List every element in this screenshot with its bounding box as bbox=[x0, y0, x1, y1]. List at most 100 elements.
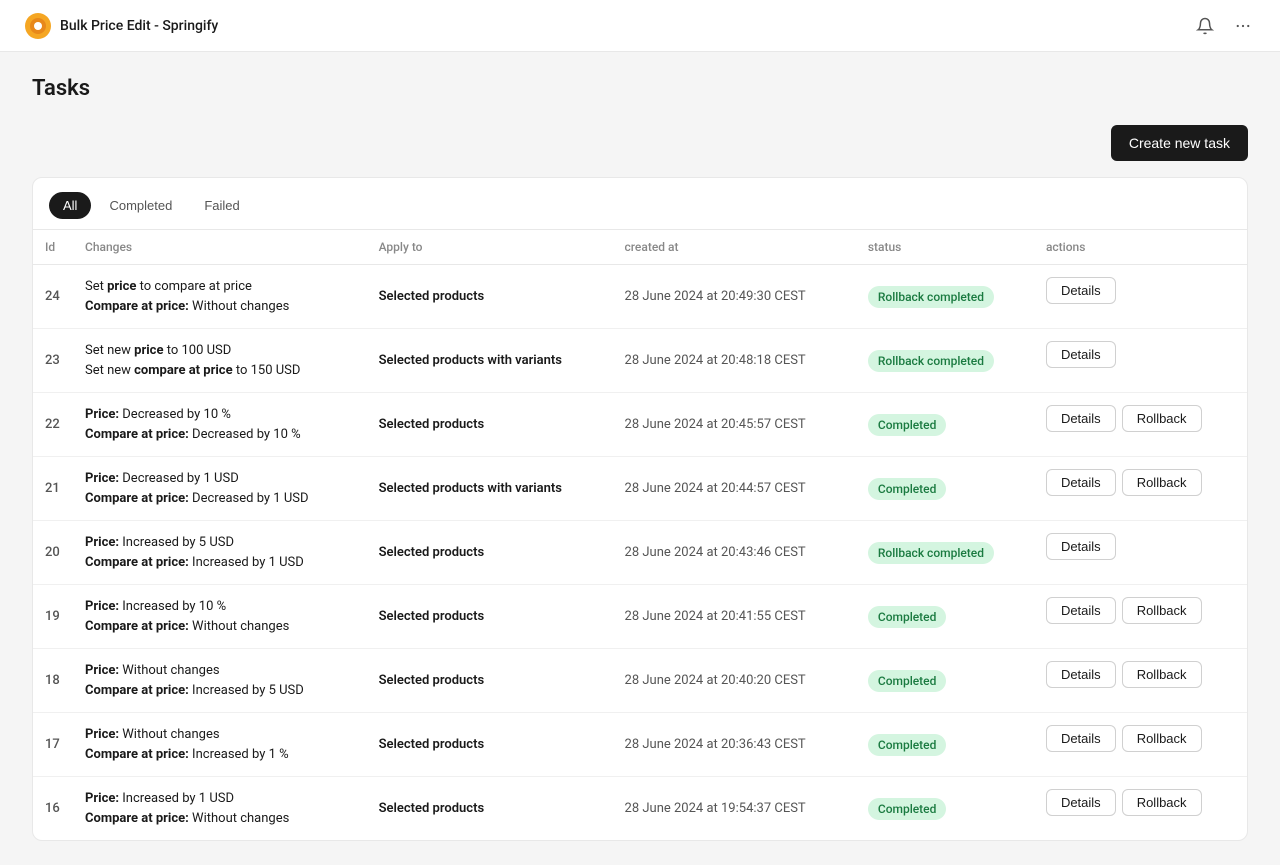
row-created-at: 28 June 2024 at 20:43:46 CEST bbox=[613, 521, 856, 585]
tab-failed[interactable]: Failed bbox=[190, 192, 253, 219]
row-actions: DetailsRollback bbox=[1034, 457, 1247, 508]
page-content: Tasks Create new task All Completed Fail… bbox=[0, 52, 1280, 865]
notification-button[interactable] bbox=[1192, 13, 1218, 39]
row-created-at: 28 June 2024 at 20:44:57 CEST bbox=[613, 457, 856, 521]
row-actions: DetailsRollback bbox=[1034, 649, 1247, 700]
app-title: Bulk Price Edit - Springify bbox=[60, 18, 218, 34]
status-badge: Completed bbox=[868, 734, 947, 756]
header-right bbox=[1192, 13, 1256, 39]
table-row: 23Set new price to 100 USDSet new compar… bbox=[33, 329, 1247, 393]
status-badge: Completed bbox=[868, 606, 947, 628]
status-badge: Completed bbox=[868, 414, 947, 436]
table-row: 16Price: Increased by 1 USDCompare at pr… bbox=[33, 777, 1247, 841]
table-row: 20Price: Increased by 5 USDCompare at pr… bbox=[33, 521, 1247, 585]
row-apply-to: Selected products bbox=[367, 393, 613, 457]
rollback-button[interactable]: Rollback bbox=[1122, 597, 1202, 624]
details-button[interactable]: Details bbox=[1046, 661, 1116, 688]
tab-completed[interactable]: Completed bbox=[95, 192, 186, 219]
rollback-button[interactable]: Rollback bbox=[1122, 789, 1202, 816]
row-changes: Price: Without changesCompare at price: … bbox=[73, 713, 367, 777]
table-row: 17Price: Without changesCompare at price… bbox=[33, 713, 1247, 777]
create-btn-row: Create new task bbox=[32, 125, 1248, 161]
details-button[interactable]: Details bbox=[1046, 277, 1116, 304]
header-left: Bulk Price Edit - Springify bbox=[24, 12, 218, 40]
row-actions: DetailsRollback bbox=[1034, 585, 1247, 636]
details-button[interactable]: Details bbox=[1046, 725, 1116, 752]
row-changes: Price: Decreased by 10 %Compare at price… bbox=[73, 393, 367, 457]
details-button[interactable]: Details bbox=[1046, 597, 1116, 624]
row-status: Completed bbox=[856, 457, 1034, 521]
table-header: Id Changes Apply to created at status ac… bbox=[33, 230, 1247, 265]
ellipsis-icon bbox=[1234, 17, 1252, 35]
row-id: 17 bbox=[33, 713, 73, 777]
tasks-table: Id Changes Apply to created at status ac… bbox=[33, 230, 1247, 840]
create-new-task-button[interactable]: Create new task bbox=[1111, 125, 1248, 161]
row-changes: Price: Increased by 10 %Compare at price… bbox=[73, 585, 367, 649]
row-status: Rollback completed bbox=[856, 329, 1034, 393]
row-apply-to: Selected products with variants bbox=[367, 457, 613, 521]
details-button[interactable]: Details bbox=[1046, 469, 1116, 496]
row-apply-to: Selected products bbox=[367, 521, 613, 585]
row-id: 22 bbox=[33, 393, 73, 457]
filter-tabs: All Completed Failed bbox=[33, 178, 1247, 230]
row-status: Rollback completed bbox=[856, 521, 1034, 585]
row-changes: Set new price to 100 USDSet new compare … bbox=[73, 329, 367, 393]
app-header: Bulk Price Edit - Springify bbox=[0, 0, 1280, 52]
rollback-button[interactable]: Rollback bbox=[1122, 405, 1202, 432]
row-created-at: 28 June 2024 at 20:45:57 CEST bbox=[613, 393, 856, 457]
row-changes: Price: Without changesCompare at price: … bbox=[73, 649, 367, 713]
row-actions: DetailsRollback bbox=[1034, 393, 1247, 444]
row-actions: Details bbox=[1034, 521, 1247, 572]
bell-icon bbox=[1196, 17, 1214, 35]
table-body: 24Set price to compare at priceCompare a… bbox=[33, 265, 1247, 841]
status-badge: Completed bbox=[868, 670, 947, 692]
row-id: 21 bbox=[33, 457, 73, 521]
col-created-at: created at bbox=[613, 230, 856, 265]
col-status: status bbox=[856, 230, 1034, 265]
table-row: 19Price: Increased by 10 %Compare at pri… bbox=[33, 585, 1247, 649]
row-id: 23 bbox=[33, 329, 73, 393]
tasks-table-container: All Completed Failed Id Changes Apply to… bbox=[32, 177, 1248, 841]
row-created-at: 28 June 2024 at 20:49:30 CEST bbox=[613, 265, 856, 329]
col-changes: Changes bbox=[73, 230, 367, 265]
table-row: 21Price: Decreased by 1 USDCompare at pr… bbox=[33, 457, 1247, 521]
rollback-button[interactable]: Rollback bbox=[1122, 725, 1202, 752]
row-created-at: 28 June 2024 at 20:48:18 CEST bbox=[613, 329, 856, 393]
col-apply-to: Apply to bbox=[367, 230, 613, 265]
row-status: Completed bbox=[856, 713, 1034, 777]
row-changes: Price: Increased by 1 USDCompare at pric… bbox=[73, 777, 367, 841]
row-changes: Price: Decreased by 1 USDCompare at pric… bbox=[73, 457, 367, 521]
status-badge: Completed bbox=[868, 798, 947, 820]
row-apply-to: Selected products bbox=[367, 713, 613, 777]
rollback-button[interactable]: Rollback bbox=[1122, 661, 1202, 688]
details-button[interactable]: Details bbox=[1046, 789, 1116, 816]
status-badge: Rollback completed bbox=[868, 286, 994, 308]
row-id: 20 bbox=[33, 521, 73, 585]
status-badge: Rollback completed bbox=[868, 350, 994, 372]
col-id: Id bbox=[33, 230, 73, 265]
status-badge: Completed bbox=[868, 478, 947, 500]
row-status: Completed bbox=[856, 649, 1034, 713]
row-actions: DetailsRollback bbox=[1034, 713, 1247, 764]
row-apply-to: Selected products bbox=[367, 265, 613, 329]
table-row: 24Set price to compare at priceCompare a… bbox=[33, 265, 1247, 329]
row-changes: Price: Increased by 5 USDCompare at pric… bbox=[73, 521, 367, 585]
status-badge: Rollback completed bbox=[868, 542, 994, 564]
more-options-button[interactable] bbox=[1230, 13, 1256, 39]
row-created-at: 28 June 2024 at 20:40:20 CEST bbox=[613, 649, 856, 713]
row-actions: Details bbox=[1034, 265, 1247, 316]
row-id: 18 bbox=[33, 649, 73, 713]
table-row: 22Price: Decreased by 10 %Compare at pri… bbox=[33, 393, 1247, 457]
row-changes: Set price to compare at priceCompare at … bbox=[73, 265, 367, 329]
table-row: 18Price: Without changesCompare at price… bbox=[33, 649, 1247, 713]
details-button[interactable]: Details bbox=[1046, 341, 1116, 368]
row-status: Completed bbox=[856, 777, 1034, 841]
details-button[interactable]: Details bbox=[1046, 533, 1116, 560]
row-status: Rollback completed bbox=[856, 265, 1034, 329]
tab-all[interactable]: All bbox=[49, 192, 91, 219]
details-button[interactable]: Details bbox=[1046, 405, 1116, 432]
row-created-at: 28 June 2024 at 20:41:55 CEST bbox=[613, 585, 856, 649]
rollback-button[interactable]: Rollback bbox=[1122, 469, 1202, 496]
row-apply-to: Selected products with variants bbox=[367, 329, 613, 393]
page-title: Tasks bbox=[32, 76, 1248, 101]
